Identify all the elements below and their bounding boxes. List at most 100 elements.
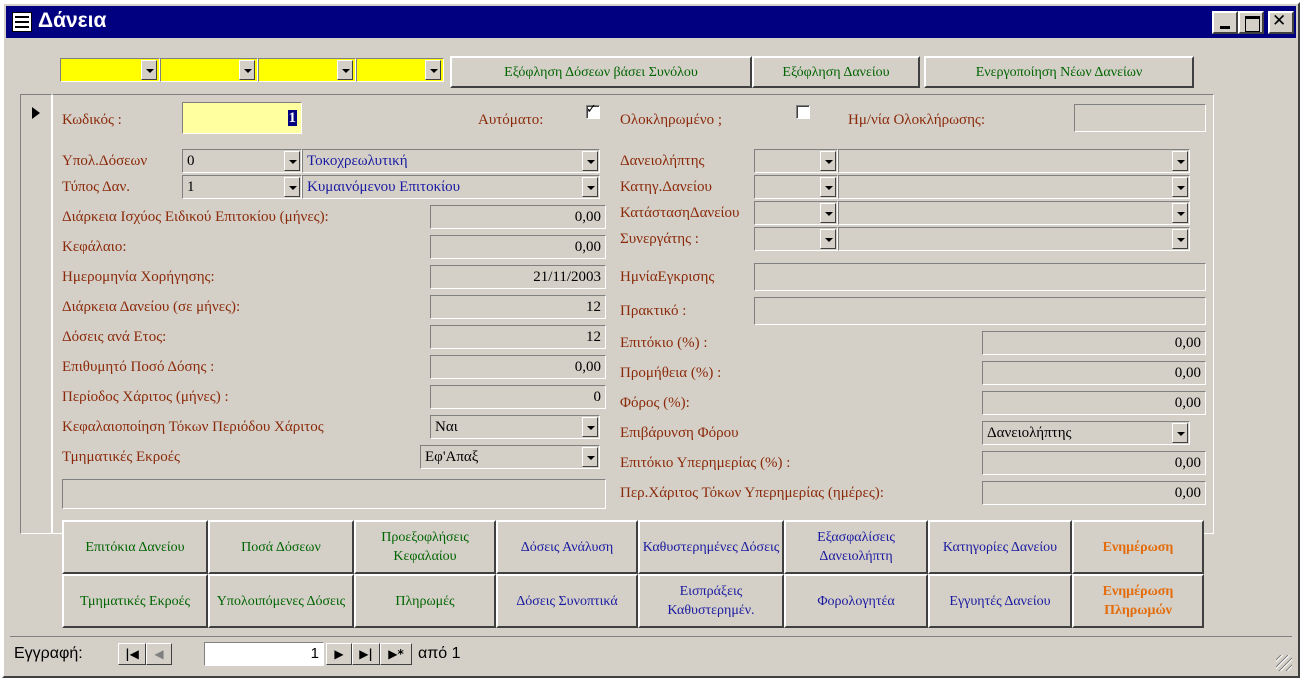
close-button[interactable]: ✕ — [1268, 11, 1294, 34]
code-field[interactable]: 1 — [182, 102, 302, 134]
grant-date-field[interactable]: 21/11/2003 — [430, 265, 606, 289]
record-selector[interactable] — [20, 94, 52, 534]
borrower-collateral-button[interactable]: Εξασφαλίσεις Δανειολήπτη — [784, 520, 928, 574]
desired-field[interactable]: 0,00 — [430, 355, 606, 379]
next-record-button[interactable]: ▶ — [326, 643, 352, 665]
duration-field[interactable]: 12 — [430, 295, 606, 319]
minutes-field[interactable] — [754, 297, 1206, 325]
form-client: Εξόφληση Δόσεων βάσει Συνόλου Εξόφληση Δ… — [10, 42, 1292, 672]
pay-installments-by-total-button[interactable]: Εξόφληση Δόσεων βάσει Συνόλου — [450, 56, 752, 88]
chevron-down-icon[interactable] — [582, 177, 598, 197]
filter-combo-3[interactable] — [258, 58, 356, 82]
form-icon — [12, 12, 32, 32]
approval-date-field[interactable] — [754, 263, 1206, 291]
loan-rates-button[interactable]: Επιτόκια Δανείου — [62, 520, 208, 574]
record-count: από 1 — [418, 645, 461, 662]
record-number-input[interactable]: 1 — [204, 642, 324, 666]
partner-code-combo[interactable] — [754, 227, 838, 251]
calc-code-combo[interactable]: 0 — [182, 149, 302, 173]
overdue-collections-button[interactable]: Εισπράξεις Καθυστερημέν. — [638, 574, 784, 628]
installments-summary-button[interactable]: Δόσεις Συνοπτικά — [496, 574, 638, 628]
tax-charge-label: Επιβάρυνση Φόρου — [620, 425, 739, 441]
completed-date-label: Ημ/νία Ολοκλήρωσης: — [848, 112, 986, 128]
chevron-down-icon[interactable] — [582, 151, 598, 171]
chevron-down-icon[interactable] — [582, 447, 598, 467]
minutes-label: Πρακτικό : — [620, 303, 687, 319]
loan-categories-button[interactable]: Κατηγορίες Δανείου — [928, 520, 1072, 574]
chevron-down-icon[interactable] — [1172, 151, 1188, 171]
update-button[interactable]: Ενημέρωση — [1072, 520, 1204, 574]
chevron-down-icon[interactable] — [1172, 423, 1188, 443]
per-year-field[interactable]: 12 — [430, 325, 606, 349]
grace-field[interactable]: 0 — [430, 385, 606, 409]
taxable-button[interactable]: Φορολογητέα — [784, 574, 928, 628]
loan-guarantors-button[interactable]: Εγγυητές Δανείου — [928, 574, 1072, 628]
status-code-combo[interactable] — [754, 201, 838, 225]
previous-record-button[interactable]: ◀ — [146, 643, 172, 665]
payments-button[interactable]: Πληρωμές — [354, 574, 496, 628]
completed-date-field[interactable] — [1074, 104, 1206, 132]
installments-analysis-button[interactable]: Δόσεις Ανάλυση — [496, 520, 638, 574]
chevron-down-icon[interactable] — [1172, 203, 1188, 223]
title-bar[interactable]: Δάνεια ✕ — [6, 6, 1296, 38]
chevron-down-icon[interactable] — [1172, 229, 1188, 249]
close-icon: ✕ — [1272, 11, 1287, 31]
installment-amounts-button[interactable]: Ποσά Δόσεων — [208, 520, 354, 574]
filter-combo-4[interactable] — [356, 58, 444, 82]
code-label: Κωδικός : — [62, 112, 122, 128]
chevron-down-icon[interactable] — [820, 229, 836, 249]
notes-field[interactable] — [62, 479, 606, 509]
chevron-down-icon[interactable] — [337, 60, 353, 80]
desired-label: Επιθυμητό Ποσό Δόσης : — [62, 359, 215, 375]
overdue-rate-field[interactable]: 0,00 — [982, 451, 1206, 475]
borrower-name-combo[interactable] — [838, 149, 1190, 173]
maximize-button[interactable] — [1238, 11, 1264, 34]
partial-disbursements-button[interactable]: Τμηματικές Εκροές — [62, 574, 208, 628]
tax-charge-combo[interactable]: Δανειολήπτης — [982, 421, 1190, 445]
borrower-code-combo[interactable] — [754, 149, 838, 173]
chevron-down-icon[interactable] — [284, 177, 300, 197]
capitalize-combo[interactable]: Ναι — [430, 415, 600, 439]
capital-field[interactable]: 0,00 — [430, 235, 606, 259]
minimize-button[interactable] — [1212, 11, 1238, 34]
chevron-down-icon[interactable] — [1172, 177, 1188, 197]
chevron-down-icon[interactable] — [820, 177, 836, 197]
overdue-installments-button[interactable]: Καθυστερημένες Δόσεις — [638, 520, 784, 574]
commission-field[interactable]: 0,00 — [982, 361, 1206, 385]
update-payments-button[interactable]: Ενημέρωση Πληρωμών — [1072, 574, 1204, 628]
chevron-down-icon[interactable] — [284, 151, 300, 171]
category-name-combo[interactable] — [838, 175, 1190, 199]
auto-checkbox[interactable]: ✓ — [586, 102, 600, 119]
chevron-down-icon[interactable] — [239, 60, 255, 80]
partner-name-combo[interactable] — [838, 227, 1190, 251]
special-rate-field[interactable]: 0,00 — [430, 205, 606, 229]
status-name-combo[interactable] — [838, 201, 1190, 225]
completed-checkbox[interactable] — [796, 105, 810, 119]
new-record-button[interactable]: ▶* — [380, 643, 412, 665]
chevron-down-icon[interactable] — [820, 151, 836, 171]
rate-field[interactable]: 0,00 — [982, 331, 1206, 355]
per-year-label: Δόσεις ανά Ετος: — [62, 329, 167, 345]
flows-combo[interactable]: Εφ'Απαξ — [420, 445, 600, 469]
capital-prepayments-button[interactable]: Προεξοφλήσεις Κεφαλαίου — [354, 520, 496, 574]
type-code-combo[interactable]: 1 — [182, 175, 302, 199]
chevron-down-icon[interactable] — [820, 203, 836, 223]
chevron-down-icon[interactable] — [582, 417, 598, 437]
type-text-combo[interactable]: Κυμαινόμενου Επιτοκίου — [302, 175, 600, 199]
resize-grip-icon[interactable] — [1276, 655, 1292, 671]
activate-new-loans-button[interactable]: Ενεργοποίηση Νέων Δανείων — [924, 56, 1194, 88]
category-code-combo[interactable] — [754, 175, 838, 199]
overdue-grace-field[interactable]: 0,00 — [982, 481, 1206, 505]
commission-label: Προμήθεια (%) : — [620, 365, 722, 381]
last-record-button[interactable]: ▶| — [352, 643, 380, 665]
filter-combo-2[interactable] — [160, 58, 258, 82]
approval-label: ΗμνίαΕγκρισης — [620, 269, 715, 285]
remaining-installments-button[interactable]: Υπολοιπόμενες Δόσεις — [208, 574, 354, 628]
first-record-button[interactable]: |◀ — [118, 643, 146, 665]
calc-text-combo[interactable]: Τοκοχρεωλυτική — [302, 149, 600, 173]
chevron-down-icon[interactable] — [425, 60, 441, 80]
tax-field[interactable]: 0,00 — [982, 391, 1206, 415]
chevron-down-icon[interactable] — [141, 60, 157, 80]
pay-loan-button[interactable]: Εξόφληση Δανείου — [752, 56, 920, 88]
filter-combo-1[interactable] — [60, 58, 160, 82]
